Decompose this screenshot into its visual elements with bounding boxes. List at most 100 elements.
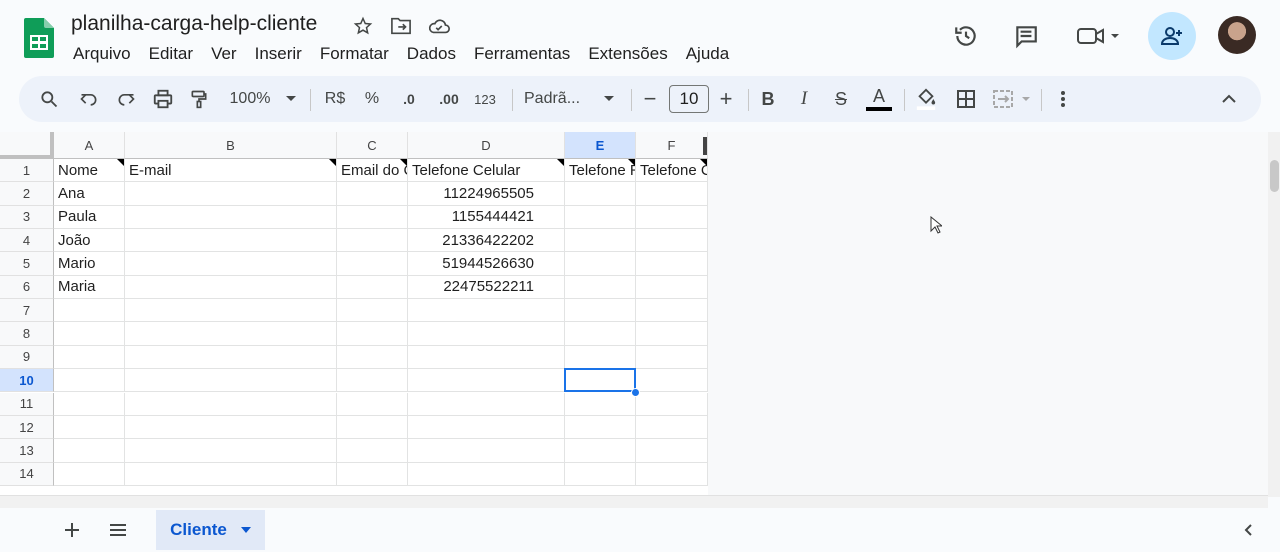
- menu-editar[interactable]: Editar: [140, 42, 202, 66]
- cell-d13[interactable]: [408, 439, 565, 463]
- cell-f11[interactable]: [636, 392, 708, 416]
- column-header-f[interactable]: F: [636, 132, 708, 159]
- cell-f6[interactable]: [636, 275, 708, 300]
- cell-e11[interactable]: [565, 392, 636, 416]
- row-header-8[interactable]: 8: [0, 322, 54, 346]
- meet-icon[interactable]: [1068, 22, 1128, 50]
- menu-ferramentas[interactable]: Ferramentas: [465, 42, 579, 66]
- redo-icon[interactable]: [112, 76, 140, 122]
- cell-d7[interactable]: [408, 299, 565, 323]
- strikethrough-button[interactable]: S: [829, 76, 853, 122]
- paint-format-icon[interactable]: [185, 76, 213, 122]
- fill-handle[interactable]: [631, 387, 640, 397]
- comments-icon[interactable]: [1006, 22, 1046, 50]
- text-color-button[interactable]: A: [864, 76, 894, 122]
- more-options-icon[interactable]: [1051, 76, 1075, 122]
- cell-e3[interactable]: [565, 205, 636, 230]
- search-icon[interactable]: [35, 76, 63, 122]
- increase-decimal-button[interactable]: .00: [433, 76, 465, 122]
- cell-b10[interactable]: [125, 369, 337, 393]
- star-icon[interactable]: [349, 14, 377, 38]
- version-history-icon[interactable]: [946, 22, 986, 50]
- cell-e13[interactable]: [565, 439, 636, 463]
- cell-f5[interactable]: [636, 252, 708, 276]
- cell-a9[interactable]: [54, 345, 125, 370]
- row-header-1[interactable]: 1: [0, 159, 54, 183]
- cell-e2[interactable]: [565, 182, 636, 206]
- cell-b2[interactable]: [125, 182, 337, 206]
- cell-f1[interactable]: Telefone Comercial: [636, 159, 708, 183]
- all-sheets-icon[interactable]: [106, 518, 130, 542]
- cell-f8[interactable]: [636, 322, 708, 346]
- column-header-b[interactable]: B: [125, 132, 337, 159]
- row-header-6[interactable]: 6: [0, 275, 54, 300]
- menu-ver[interactable]: Ver: [202, 42, 246, 66]
- cell-a3[interactable]: Paula: [54, 205, 125, 230]
- row-header-4[interactable]: 4: [0, 229, 54, 253]
- sheet-tab-cliente[interactable]: Cliente: [156, 510, 265, 550]
- row-header-13[interactable]: 13: [0, 439, 54, 463]
- cell-a6[interactable]: Maria: [54, 275, 125, 300]
- cell-f10[interactable]: [636, 369, 708, 393]
- cell-d2[interactable]: 11224965505: [408, 182, 565, 206]
- undo-icon[interactable]: [75, 76, 103, 122]
- move-folder-icon[interactable]: [387, 14, 415, 38]
- row-header-11[interactable]: 11: [0, 392, 54, 416]
- cell-e4[interactable]: [565, 229, 636, 253]
- cell-f13[interactable]: [636, 439, 708, 463]
- cell-e5[interactable]: [565, 252, 636, 276]
- cell-b9[interactable]: [125, 345, 337, 370]
- cell-c6[interactable]: [337, 275, 408, 300]
- cell-c10[interactable]: [337, 369, 408, 393]
- share-button[interactable]: [1148, 12, 1196, 60]
- cell-d1[interactable]: Telefone Celular: [408, 159, 565, 183]
- column-header-d[interactable]: D: [408, 132, 565, 159]
- decrease-decimal-button[interactable]: .0: [395, 76, 423, 122]
- cell-d12[interactable]: [408, 415, 565, 440]
- cell-a12[interactable]: [54, 415, 125, 440]
- cell-d5[interactable]: 51944526630: [408, 252, 565, 276]
- menu-arquivo[interactable]: Arquivo: [64, 42, 140, 66]
- italic-button[interactable]: I: [792, 76, 816, 122]
- row-header-12[interactable]: 12: [0, 415, 54, 440]
- cell-f9[interactable]: [636, 345, 708, 370]
- cell-c8[interactable]: [337, 322, 408, 346]
- row-header-3[interactable]: 3: [0, 205, 54, 230]
- cell-d11[interactable]: [408, 392, 565, 416]
- zoom-dropdown-icon[interactable]: [281, 76, 301, 122]
- cell-a13[interactable]: [54, 439, 125, 463]
- column-header-c[interactable]: C: [337, 132, 408, 159]
- collapse-side-panel-icon[interactable]: [1238, 520, 1258, 540]
- percent-format-button[interactable]: %: [359, 76, 385, 122]
- select-all-corner[interactable]: [0, 132, 54, 159]
- row-header-5[interactable]: 5: [0, 252, 54, 276]
- print-icon[interactable]: [149, 76, 177, 122]
- row-header-2[interactable]: 2: [0, 182, 54, 206]
- cell-e8[interactable]: [565, 322, 636, 346]
- vertical-scrollbar[interactable]: [1268, 132, 1280, 497]
- bold-button[interactable]: B: [756, 76, 780, 122]
- cell-a14[interactable]: [54, 462, 125, 486]
- collapse-toolbar-icon[interactable]: [1217, 76, 1241, 122]
- cell-b4[interactable]: [125, 229, 337, 253]
- column-header-a[interactable]: A: [54, 132, 125, 159]
- cell-a10[interactable]: [54, 369, 125, 393]
- column-header-e[interactable]: E: [565, 132, 636, 159]
- cell-f2[interactable]: [636, 182, 708, 206]
- cell-b14[interactable]: [125, 462, 337, 486]
- cell-d3[interactable]: 1155444421: [408, 205, 565, 230]
- cell-c11[interactable]: [337, 392, 408, 416]
- row-header-9[interactable]: 9: [0, 345, 54, 370]
- cell-e12[interactable]: [565, 415, 636, 440]
- number-format-button[interactable]: 123: [470, 76, 500, 122]
- cell-c1[interactable]: Email do Cliente: [337, 159, 408, 183]
- cell-d8[interactable]: [408, 322, 565, 346]
- font-family-select[interactable]: Padrã...: [524, 76, 590, 122]
- cell-c13[interactable]: [337, 439, 408, 463]
- user-avatar[interactable]: [1218, 16, 1256, 54]
- sheet-tab-menu-icon[interactable]: [240, 527, 251, 533]
- cell-b7[interactable]: [125, 299, 337, 323]
- cell-e1[interactable]: Telefone Residencial: [565, 159, 636, 183]
- cell-a5[interactable]: Mario: [54, 252, 125, 276]
- cell-b11[interactable]: [125, 392, 337, 416]
